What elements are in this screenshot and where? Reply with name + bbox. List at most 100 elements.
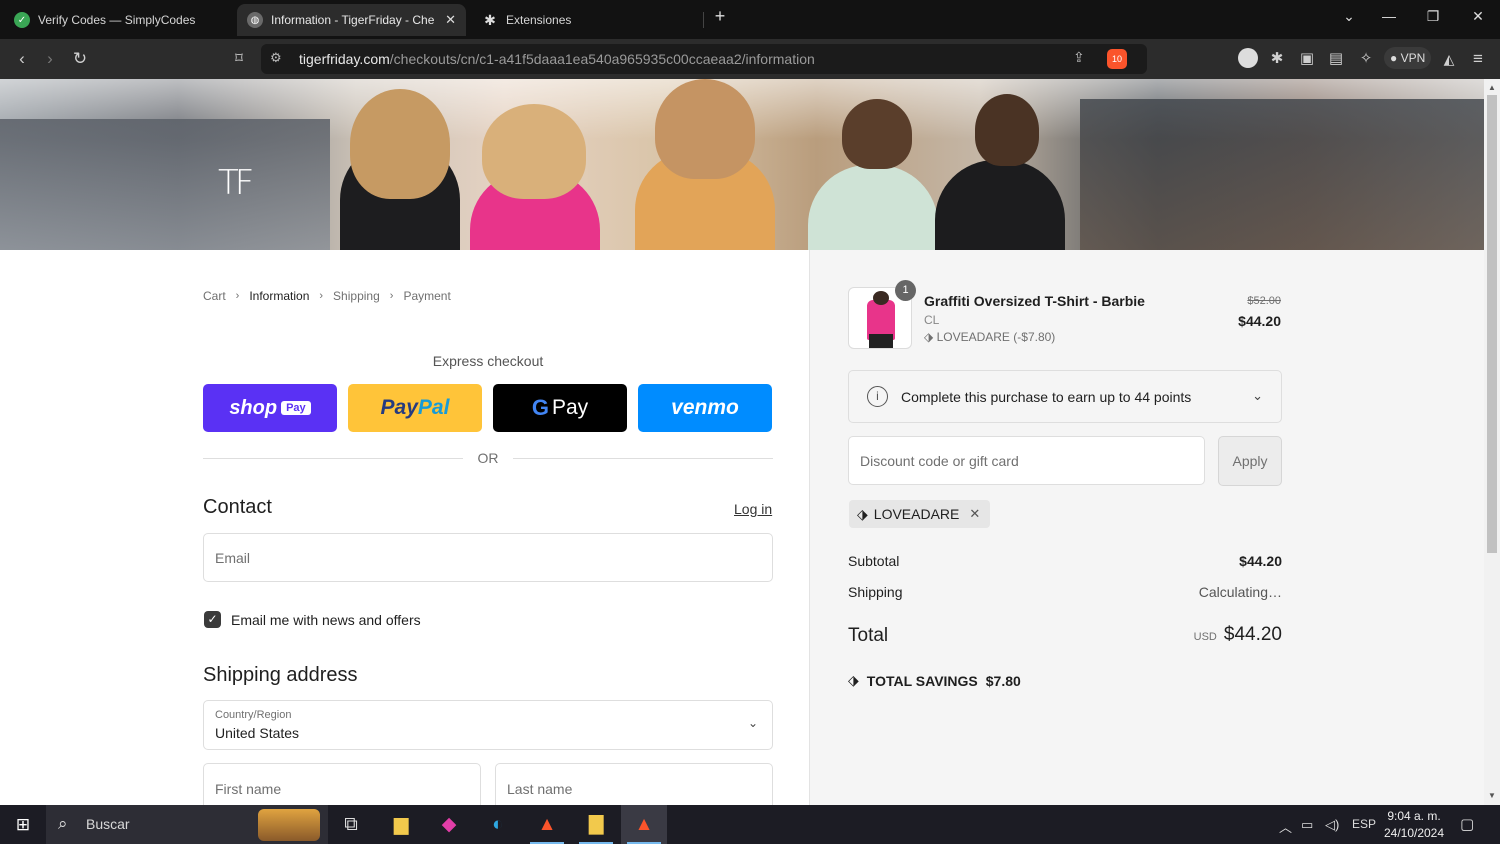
address-bar[interactable]: ⚙ tigerfriday.com/checkouts/cn/c1-a41f5d… [261, 44, 1147, 74]
site-settings-icon[interactable]: ⚙ [270, 50, 282, 66]
bookmark-icon[interactable]: ⌑ [228, 48, 250, 70]
task-view-icon[interactable]: ⧉ [328, 805, 374, 844]
hero-hair-5 [975, 94, 1039, 166]
chevron-right-icon: › [235, 290, 240, 302]
shop-pay-button[interactable]: shop Pay [203, 384, 337, 432]
contact-heading: Contact [203, 496, 272, 518]
rewards-points-toggle[interactable]: i Complete this purchase to earn up to 4… [848, 370, 1282, 423]
hero-hair-2 [482, 104, 586, 199]
original-price: $52.00 [1247, 295, 1281, 307]
leo-ai-icon[interactable]: ✧ [1355, 48, 1377, 70]
hero-figure-5 [935, 160, 1065, 250]
tab-simplycodes[interactable]: ✓ Verify Codes — SimplyCodes [4, 4, 230, 36]
minimize-button[interactable]: — [1377, 8, 1401, 24]
shipping-row: Shipping Calculating… [848, 584, 1282, 600]
windows-start-icon[interactable]: ⊞ [0, 805, 46, 844]
browser-toolbar: ‹ › ↻ ⌑ ⚙ tigerfriday.com/checkouts/cn/c… [0, 39, 1500, 79]
express-checkout-title: Express checkout [432, 353, 544, 369]
breadcrumb-cart[interactable]: Cart [203, 289, 226, 303]
language-indicator[interactable]: ESP [1352, 817, 1376, 831]
hero-building-left [0, 119, 330, 250]
order-summary: 1 Graffiti Oversized T-Shirt - Barbie CL… [809, 250, 1484, 805]
scroll-up-arrow[interactable]: ▲ [1484, 81, 1500, 95]
brave-active-icon[interactable]: ▲ [621, 805, 667, 844]
tag-icon: ⬗ [924, 330, 934, 344]
browser-tab-strip: ✓ Verify Codes — SimplyCodes ◍ Informati… [0, 0, 1500, 39]
tag-icon: ⬗ [848, 672, 859, 688]
notifications-icon[interactable]: ▢ [1460, 815, 1474, 833]
discount-code-input[interactable]: Discount code or gift card [848, 436, 1205, 485]
tab-list-chevron-icon[interactable]: ⌄ [1337, 8, 1361, 25]
tab-tigerfriday[interactable]: ◍ Information - TigerFriday - Che ✕ [237, 4, 466, 36]
back-button[interactable]: ‹ [11, 48, 33, 70]
taskbar-clock[interactable]: 9:04 a. m. 24/10/2024 [1380, 808, 1448, 842]
reload-button[interactable]: ↻ [69, 48, 91, 70]
close-window-button[interactable]: ✕ [1466, 8, 1490, 25]
or-divider: OR [203, 450, 773, 466]
hero-banner: TF [0, 79, 1484, 250]
restore-button[interactable]: ❐ [1421, 8, 1445, 25]
news-checkbox-label[interactable]: Email me with news and offers [231, 612, 421, 628]
paypal-button[interactable]: Pay Pal [348, 384, 482, 432]
brave-shields-icon[interactable]: 10 [1107, 49, 1127, 69]
hero-hair-1 [350, 89, 450, 199]
network-icon[interactable]: ▭ [1301, 817, 1313, 833]
forward-button[interactable]: › [39, 48, 61, 70]
breadcrumb: Cart › Information › Shipping › Payment [203, 289, 451, 303]
tray-chevron-up-icon[interactable]: ︿ [1279, 817, 1292, 836]
shipping-address-heading: Shipping address [203, 664, 358, 686]
profile-icon[interactable] [1237, 48, 1259, 70]
wallet-icon[interactable]: ▤ [1325, 48, 1347, 70]
country-select[interactable]: Country/Region United States ⌄ [203, 700, 773, 750]
info-icon: i [867, 386, 888, 407]
checkout-main: Cart › Information › Shipping › Payment … [0, 250, 809, 813]
total-savings: ⬗ TOTAL SAVINGS $7.80 [848, 672, 1021, 689]
puzzle-icon: ✱ [484, 11, 496, 28]
hero-hair-3 [655, 79, 755, 179]
scroll-thumb[interactable] [1487, 95, 1497, 553]
volume-icon[interactable]: ◁) [1325, 817, 1339, 833]
url-text[interactable]: tigerfriday.com/checkouts/cn/c1-a41f5daa… [299, 51, 815, 67]
new-tab-button[interactable]: + [708, 6, 732, 27]
menu-icon[interactable]: ≡ [1467, 48, 1489, 70]
total-row: Total USD $44.20 [848, 624, 1282, 646]
tab-title: Verify Codes — SimplyCodes [38, 13, 196, 27]
remove-discount-icon[interactable]: ✕ [969, 506, 980, 522]
brave-icon[interactable]: ▲ [524, 805, 570, 844]
app-icon[interactable]: ◆ [426, 805, 472, 844]
tab-title: Extensiones [506, 13, 572, 27]
news-checkbox[interactable]: ✓ [204, 611, 221, 628]
page-scrollbar[interactable]: ▲ ▼ [1484, 79, 1500, 805]
product-model-head [873, 291, 889, 305]
breadcrumb-shipping: Shipping [333, 289, 380, 303]
extensions-icon[interactable]: ✱ [1266, 48, 1288, 70]
quantity-badge: 1 [895, 280, 916, 301]
store-logo[interactable]: TF [218, 163, 254, 203]
apply-discount-button[interactable]: Apply [1218, 436, 1282, 486]
breadcrumb-payment: Payment [403, 289, 451, 303]
product-discount: ⬗ LOVEADARE (-$7.80) [924, 330, 1056, 344]
tab-extensions[interactable]: ✱ Extensiones [472, 4, 698, 36]
google-pay-button[interactable]: G Pay [493, 384, 627, 432]
rewards-icon[interactable]: ◭ [1438, 48, 1460, 70]
chevron-down-icon: ⌄ [1252, 388, 1263, 403]
sidebar-icon[interactable]: ▣ [1296, 48, 1318, 70]
taskbar-search[interactable]: ⌕ Buscar [46, 805, 328, 844]
edge-icon[interactable]: ◐ [475, 805, 521, 844]
close-tab-icon[interactable]: ✕ [445, 12, 456, 28]
simplycodes-icon: ✓ [14, 12, 30, 28]
venmo-button[interactable]: venmo [638, 384, 772, 432]
login-link[interactable]: Log in [734, 501, 772, 517]
google-g-icon: G [531, 395, 549, 420]
vpn-button[interactable]: ● VPN [1384, 47, 1432, 69]
files-app-icon[interactable]: ▇ [573, 805, 619, 844]
chevron-right-icon: › [319, 290, 324, 302]
product-variant: CL [924, 313, 940, 327]
file-explorer-icon[interactable]: ▆ [378, 805, 424, 844]
product-name: Graffiti Oversized T-Shirt - Barbie [924, 293, 1145, 309]
hero-hair-4 [842, 99, 912, 169]
search-highlight-image [258, 809, 320, 841]
share-icon[interactable]: ⇪ [1073, 49, 1085, 66]
email-field[interactable]: Email [203, 533, 773, 582]
scroll-down-arrow[interactable]: ▼ [1484, 789, 1500, 803]
